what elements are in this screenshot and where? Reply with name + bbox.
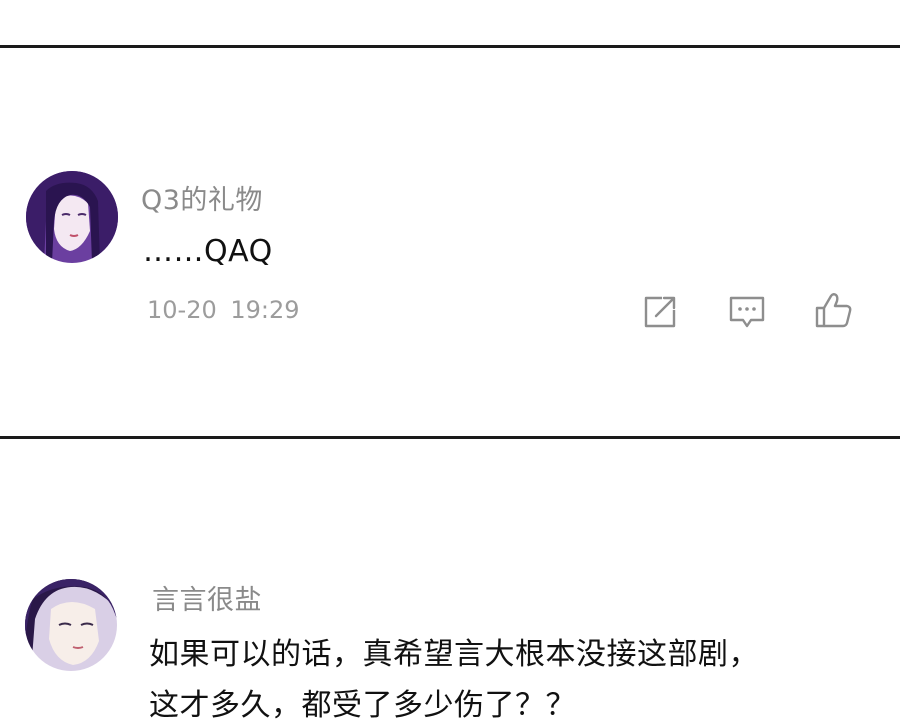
comment-text-line-2: 这才多久，都受了多少伤了？？ xyxy=(149,688,576,723)
username[interactable]: Q3的礼物 xyxy=(141,178,263,217)
reply-icon xyxy=(729,296,765,328)
like-icon xyxy=(815,293,852,328)
username[interactable]: 言言很盐 xyxy=(152,578,262,617)
share-button[interactable] xyxy=(640,292,680,332)
comment-text-line-1: 如果可以的话，真希望言大根本没接这部剧， xyxy=(149,637,759,672)
avatar-portrait-icon xyxy=(25,579,117,671)
timestamp: 10-20 19:29 xyxy=(147,296,300,324)
like-button[interactable] xyxy=(813,290,853,330)
reply-button[interactable] xyxy=(727,292,767,332)
avatar[interactable] xyxy=(26,171,118,263)
share-icon xyxy=(644,296,676,328)
divider-middle xyxy=(0,436,900,439)
divider-top xyxy=(0,45,900,48)
avatar-portrait-icon xyxy=(26,171,118,263)
avatar[interactable] xyxy=(25,579,117,671)
comment-text: ……QAQ xyxy=(143,234,273,269)
